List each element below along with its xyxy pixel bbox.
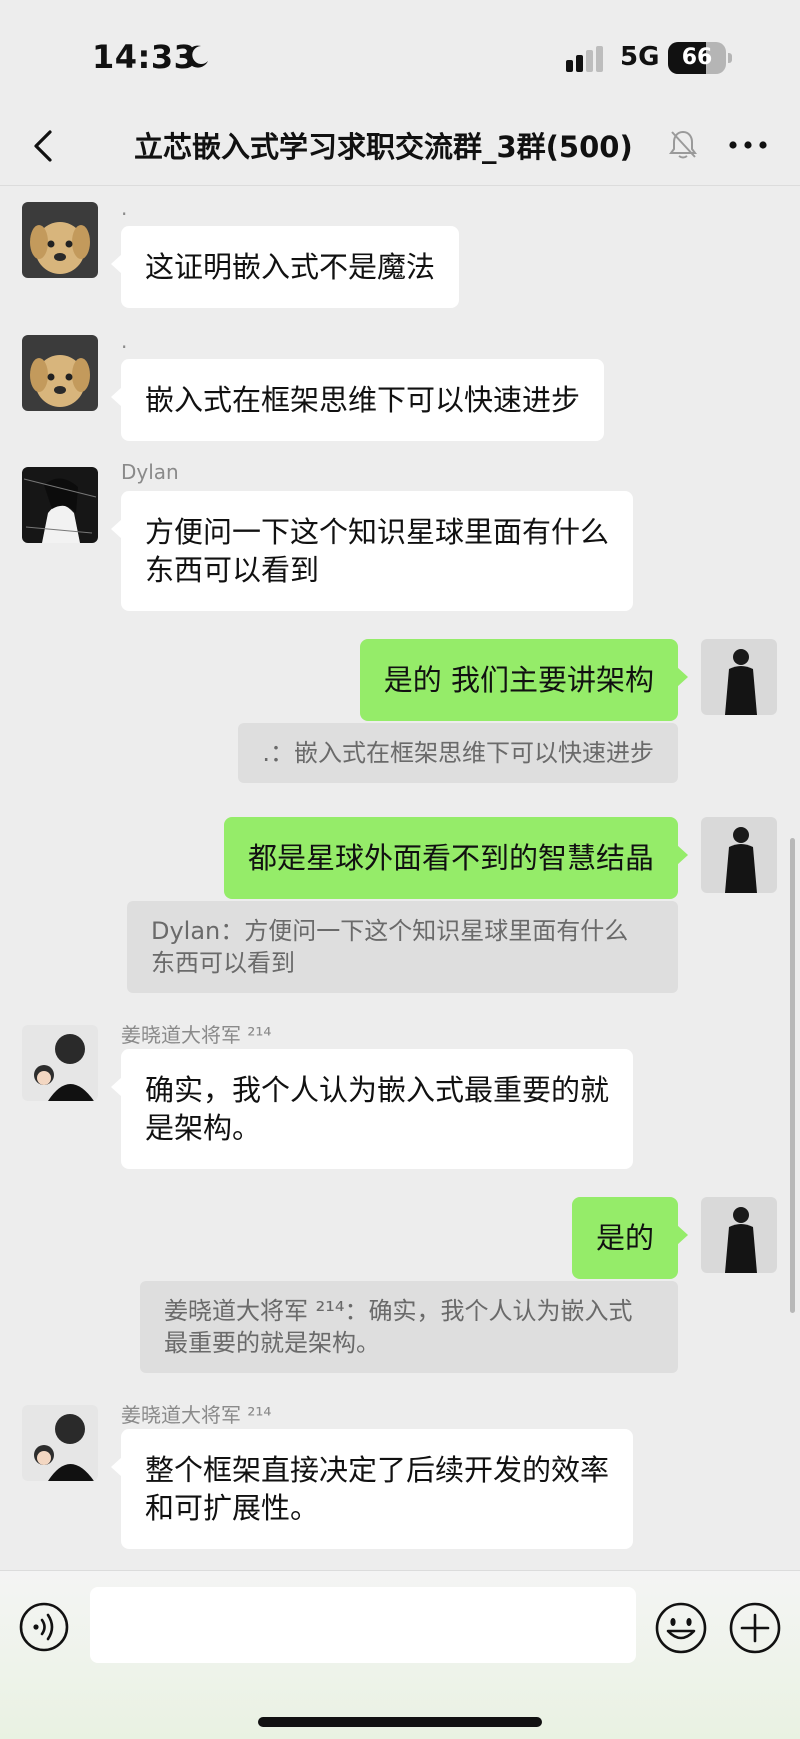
- scrollbar[interactable]: [790, 838, 795, 1313]
- message-text-line: 整个框架直接决定了后续开发的效率: [145, 1453, 610, 1487]
- avatar[interactable]: [22, 335, 98, 411]
- message-bubble[interactable]: 都是星球外面看不到的智慧结晶: [223, 817, 689, 899]
- message-text: 都是星球外面看不到的智慧结晶: [247, 841, 654, 875]
- message-text: 是的: [595, 1221, 654, 1255]
- emoji-icon[interactable]: [654, 1601, 708, 1655]
- message-text: 是的 我们主要讲架构: [383, 663, 654, 697]
- message-bubble[interactable]: 是的: [571, 1197, 689, 1279]
- quote-text-line: 东西可以看到: [151, 949, 295, 977]
- avatar[interactable]: [22, 1025, 98, 1101]
- couple-avatar-icon: [22, 1405, 98, 1481]
- quote-text-line: Dylan：方便问一下这个知识星球里面有什么: [151, 917, 629, 945]
- signal-icon: [566, 46, 603, 72]
- message-text-line: 东西可以看到: [145, 553, 320, 587]
- battery-level: 66: [681, 45, 713, 70]
- message-text: 这证明嵌入式不是魔法: [145, 250, 436, 284]
- sender-name: .: [121, 329, 128, 353]
- self-avatar[interactable]: [701, 817, 777, 893]
- back-icon[interactable]: [26, 126, 66, 166]
- quoted-message[interactable]: Dylan：方便问一下这个知识星球里面有什么 东西可以看到: [127, 901, 678, 993]
- voice-icon[interactable]: [18, 1601, 70, 1653]
- chat-header: 立芯嵌入式学习求职交流群_3群(500): [0, 110, 800, 186]
- quoted-message[interactable]: 姜晓道大将军 ²¹⁴：确实，我个人认为嵌入式 最重要的就是架构。: [140, 1281, 678, 1373]
- message-bubble[interactable]: 这证明嵌入式不是魔法: [110, 226, 460, 308]
- sender-name: 姜晓道大将军 ²¹⁴: [121, 1403, 272, 1427]
- anime-avatar-icon: [22, 467, 98, 543]
- more-icon[interactable]: [724, 128, 774, 162]
- person-avatar-icon: [701, 817, 777, 893]
- self-avatar[interactable]: [701, 639, 777, 715]
- avatar[interactable]: [22, 1405, 98, 1481]
- home-indicator[interactable]: [258, 1717, 542, 1727]
- message-bubble[interactable]: 整个框架直接决定了后续开发的效率 和可扩展性。: [110, 1429, 634, 1549]
- quoted-message[interactable]: .：嵌入式在框架思维下可以快速进步: [238, 723, 678, 783]
- couple-avatar-icon: [22, 1025, 98, 1101]
- add-icon[interactable]: [728, 1601, 782, 1655]
- sender-name: .: [121, 196, 128, 220]
- person-avatar-icon: [701, 639, 777, 715]
- quote-text: .：嵌入式在框架思维下可以快速进步: [262, 739, 654, 767]
- message-input[interactable]: [90, 1587, 636, 1663]
- message-bubble[interactable]: 方便问一下这个知识星球里面有什么 东西可以看到: [110, 491, 634, 611]
- status-time: 14:33: [92, 38, 197, 76]
- quote-text-line: 最重要的就是架构。: [164, 1329, 380, 1357]
- quote-text-line: 姜晓道大将军 ²¹⁴：确实，我个人认为嵌入式: [164, 1297, 633, 1325]
- input-bar: [0, 1570, 800, 1739]
- avatar[interactable]: [22, 202, 98, 278]
- message-bubble[interactable]: 嵌入式在框架思维下可以快速进步: [110, 359, 605, 441]
- sender-name: Dylan: [121, 460, 179, 484]
- message-text-line: 确实，我个人认为嵌入式最重要的就: [145, 1073, 610, 1107]
- dog-avatar-icon: [22, 202, 98, 278]
- message-text-line: 是架构。: [145, 1111, 262, 1145]
- status-bar: 14:33 5G 66: [0, 0, 800, 110]
- message-bubble[interactable]: 确实，我个人认为嵌入式最重要的就 是架构。: [110, 1049, 634, 1169]
- network-label: 5G: [620, 42, 660, 72]
- chat-title: 立芯嵌入式学习求职交流群_3群(500): [134, 130, 633, 164]
- self-avatar[interactable]: [701, 1197, 777, 1273]
- battery-cap: [728, 53, 732, 63]
- dog-avatar-icon: [22, 335, 98, 411]
- person-avatar-icon: [701, 1197, 777, 1273]
- message-text-line: 方便问一下这个知识星球里面有什么: [145, 515, 610, 549]
- battery-indicator: 66: [668, 42, 726, 74]
- avatar[interactable]: [22, 467, 98, 543]
- message-text: 嵌入式在框架思维下可以快速进步: [145, 383, 581, 417]
- moon-icon: [186, 45, 208, 68]
- mute-bell-icon: [669, 130, 697, 159]
- sender-name: 姜晓道大将军 ²¹⁴: [121, 1023, 272, 1047]
- message-text-line: 和可扩展性。: [145, 1491, 320, 1525]
- message-bubble[interactable]: 是的 我们主要讲架构: [359, 639, 689, 721]
